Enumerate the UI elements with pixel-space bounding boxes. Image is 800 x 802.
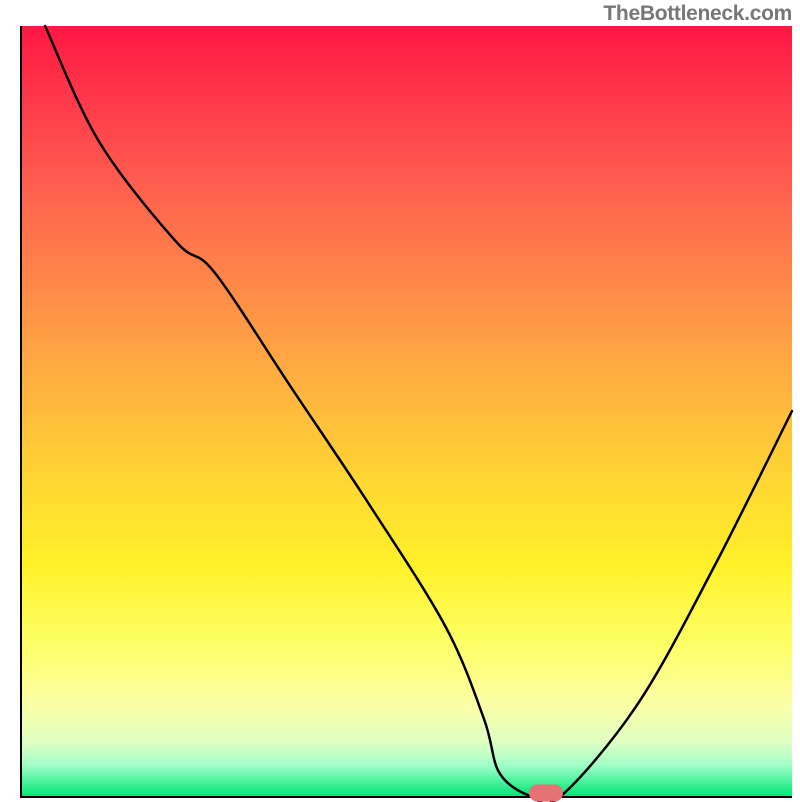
chart-axes — [20, 26, 792, 798]
optimal-point-marker — [529, 785, 563, 802]
watermark-text: TheBottleneck.com — [603, 2, 792, 26]
